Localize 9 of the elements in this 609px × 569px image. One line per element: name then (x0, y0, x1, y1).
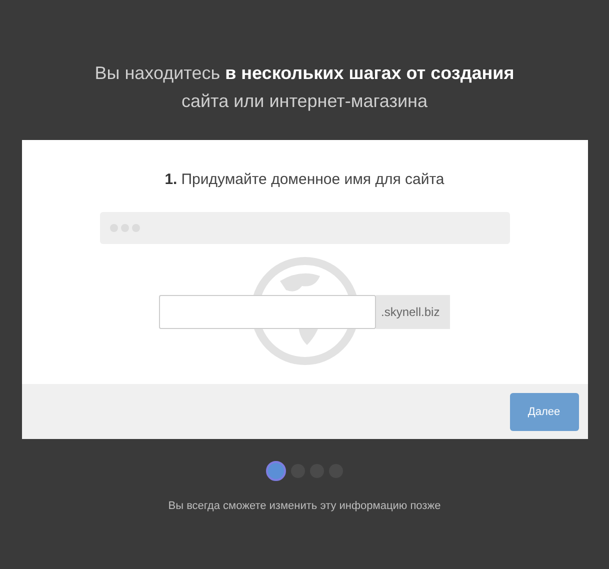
next-button[interactable]: Далее (510, 392, 578, 430)
step-dot[interactable] (266, 461, 286, 481)
domain-suffix: .skynell.biz (376, 295, 450, 329)
footer-note: Вы всегда сможете изменить эту информацию позже (168, 500, 441, 512)
domain-input[interactable] (159, 295, 376, 329)
step-number: 1. (164, 171, 178, 188)
page-heading: Вы находитесь в нескольких шагах от создания (94, 62, 514, 85)
step-title: Придумайте доменное имя для сайта (181, 171, 444, 188)
page-subheading: сайта или интернет-магазина (181, 90, 428, 113)
